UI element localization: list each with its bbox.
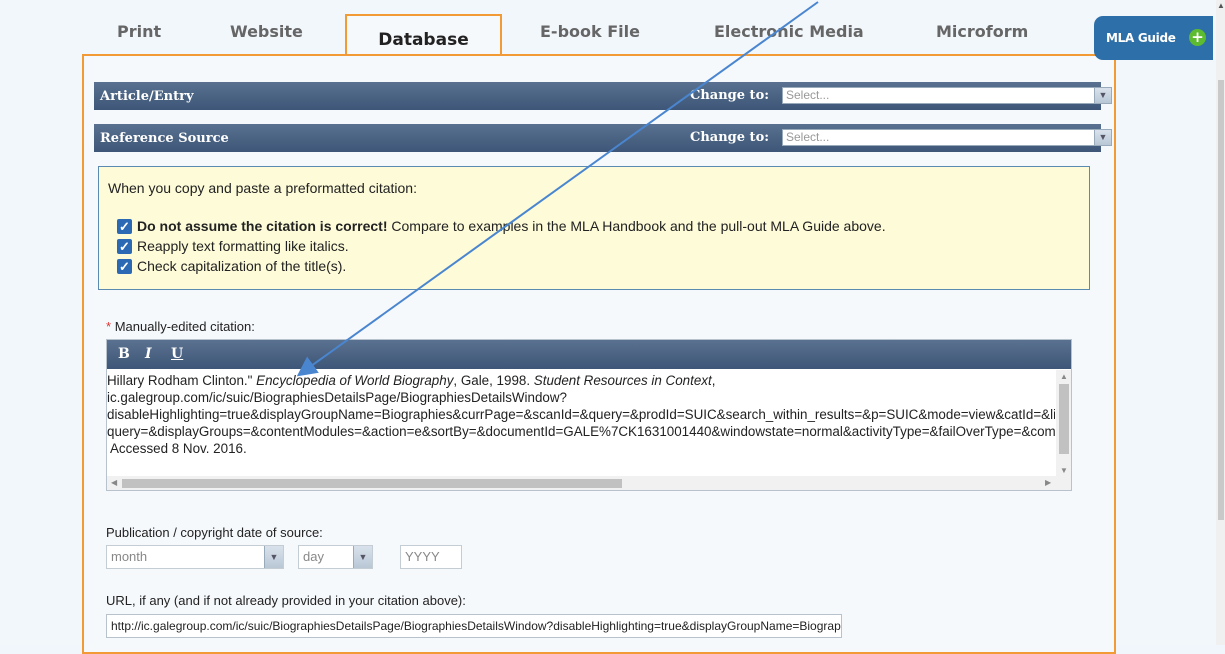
reference-select-value: Select... [786,130,830,144]
underline-button[interactable]: U [171,346,183,362]
notice-item-text: Reapply text formatting like italics. [137,238,349,254]
article-change-select[interactable]: Select... ▼ [782,87,1112,104]
year-input[interactable]: YYYY [400,545,462,569]
bold-button[interactable]: B [118,346,130,362]
year-placeholder: YYYY [405,549,440,564]
checkmark-icon: ✓ [117,259,132,274]
citation-italic-text: Encyclopedia of World Biography [256,373,454,388]
chevron-down-icon: ▼ [1094,88,1111,103]
reference-change-select[interactable]: Select... ▼ [782,129,1112,146]
day-select[interactable]: day ▼ [298,545,373,569]
tab-ebook-file[interactable]: E-book File [540,22,640,41]
tab-electronic-media[interactable]: Electronic Media [714,22,864,41]
notice-item-text: Check capitalization of the title(s). [137,258,347,274]
editor-toolbar: B I U [107,340,1071,369]
scroll-thumb[interactable] [1218,80,1224,520]
notice-intro: When you copy and paste a preformatted c… [108,180,417,196]
day-value: day [303,549,324,564]
mla-guide-label: MLA Guide [1106,31,1176,45]
scroll-right-icon[interactable]: ▶ [1045,478,1051,487]
article-change-label: Change to: [690,88,770,103]
mla-guide-button[interactable]: MLA Guide + [1094,16,1213,60]
notice-item-bold: Do not assume the citation is correct! [137,218,388,234]
date-label: Publication / copyright date of source: [106,525,323,540]
citation-text: Accessed 8 Nov. 2016. [107,441,247,456]
scroll-down-icon[interactable]: ▼ [1060,466,1068,475]
source-type-tabs: Print Website Database E-book File Elect… [80,14,1120,56]
scroll-up-icon[interactable]: ▲ [1217,1,1225,10]
citation-builder-page: Print Website Database E-book File Elect… [0,0,1225,654]
editor-horizontal-scrollbar[interactable]: ◀ ▶ [107,476,1071,490]
plus-circle-icon: + [1189,29,1206,46]
citation-italic-text: Student Resources in Context [533,373,712,388]
chevron-down-icon: ▼ [1094,130,1111,145]
citation-warning-notice: When you copy and paste a preformatted c… [98,166,1090,290]
citation-textarea[interactable]: Hillary Rodham Clinton." Encyclopedia of… [107,372,1055,465]
page-scrollbar[interactable]: ▲ [1216,0,1225,645]
article-entry-bar: Article/Entry Change to: Select... ▼ [94,82,1112,110]
editor-vertical-scrollbar[interactable]: ▲ ▼ [1056,370,1071,478]
url-label: URL, if any (and if not already provided… [106,593,466,608]
checkmark-icon: ✓ [117,239,132,254]
citation-text: , Gale, 1998. [453,373,534,388]
citation-text: query=&displayGroups=&contentModules=&ac… [107,424,1055,439]
citation-label: * Manually-edited citation: [106,319,255,334]
reference-source-title: Reference Source [100,131,229,146]
article-select-value: Select... [786,88,830,102]
tab-microform[interactable]: Microform [936,22,1028,41]
article-entry-title: Article/Entry [100,89,194,104]
citation-editor[interactable]: B I U Hillary Rodham Clinton." Encyclope… [106,339,1072,491]
italic-button[interactable]: I [145,346,152,362]
scroll-thumb[interactable] [122,479,622,488]
reference-change-label: Change to: [690,130,770,145]
scroll-left-icon[interactable]: ◀ [111,478,117,487]
url-input[interactable]: http://ic.galegroup.com/ic/suic/Biograph… [106,614,842,638]
citation-text: disableHighlighting=true&displayGroupNam… [107,407,1055,422]
notice-item-text: Compare to examples in the MLA Handbook … [387,218,886,234]
tab-print[interactable]: Print [117,22,161,41]
database-form-panel: Article/Entry Change to: Select... ▼ Ref… [82,54,1116,654]
citation-text: ic.galegroup.com/ic/suic/BiographiesDeta… [107,390,567,405]
citation-text: , [711,373,716,388]
checkmark-icon: ✓ [117,219,132,234]
required-marker: * [106,319,112,334]
tab-database[interactable]: Database [345,14,502,56]
month-value: month [111,549,148,564]
month-select[interactable]: month ▼ [106,545,284,569]
scroll-up-icon[interactable]: ▲ [1060,372,1068,381]
citation-text: Hillary Rodham Clinton." [107,373,257,388]
citation-label-text: Manually-edited citation: [114,319,255,334]
tab-website[interactable]: Website [230,22,303,41]
reference-source-bar: Reference Source Change to: Select... ▼ [94,124,1112,152]
scroll-thumb[interactable] [1059,384,1069,454]
chevron-down-icon: ▼ [264,546,283,568]
chevron-down-icon: ▼ [353,546,372,568]
